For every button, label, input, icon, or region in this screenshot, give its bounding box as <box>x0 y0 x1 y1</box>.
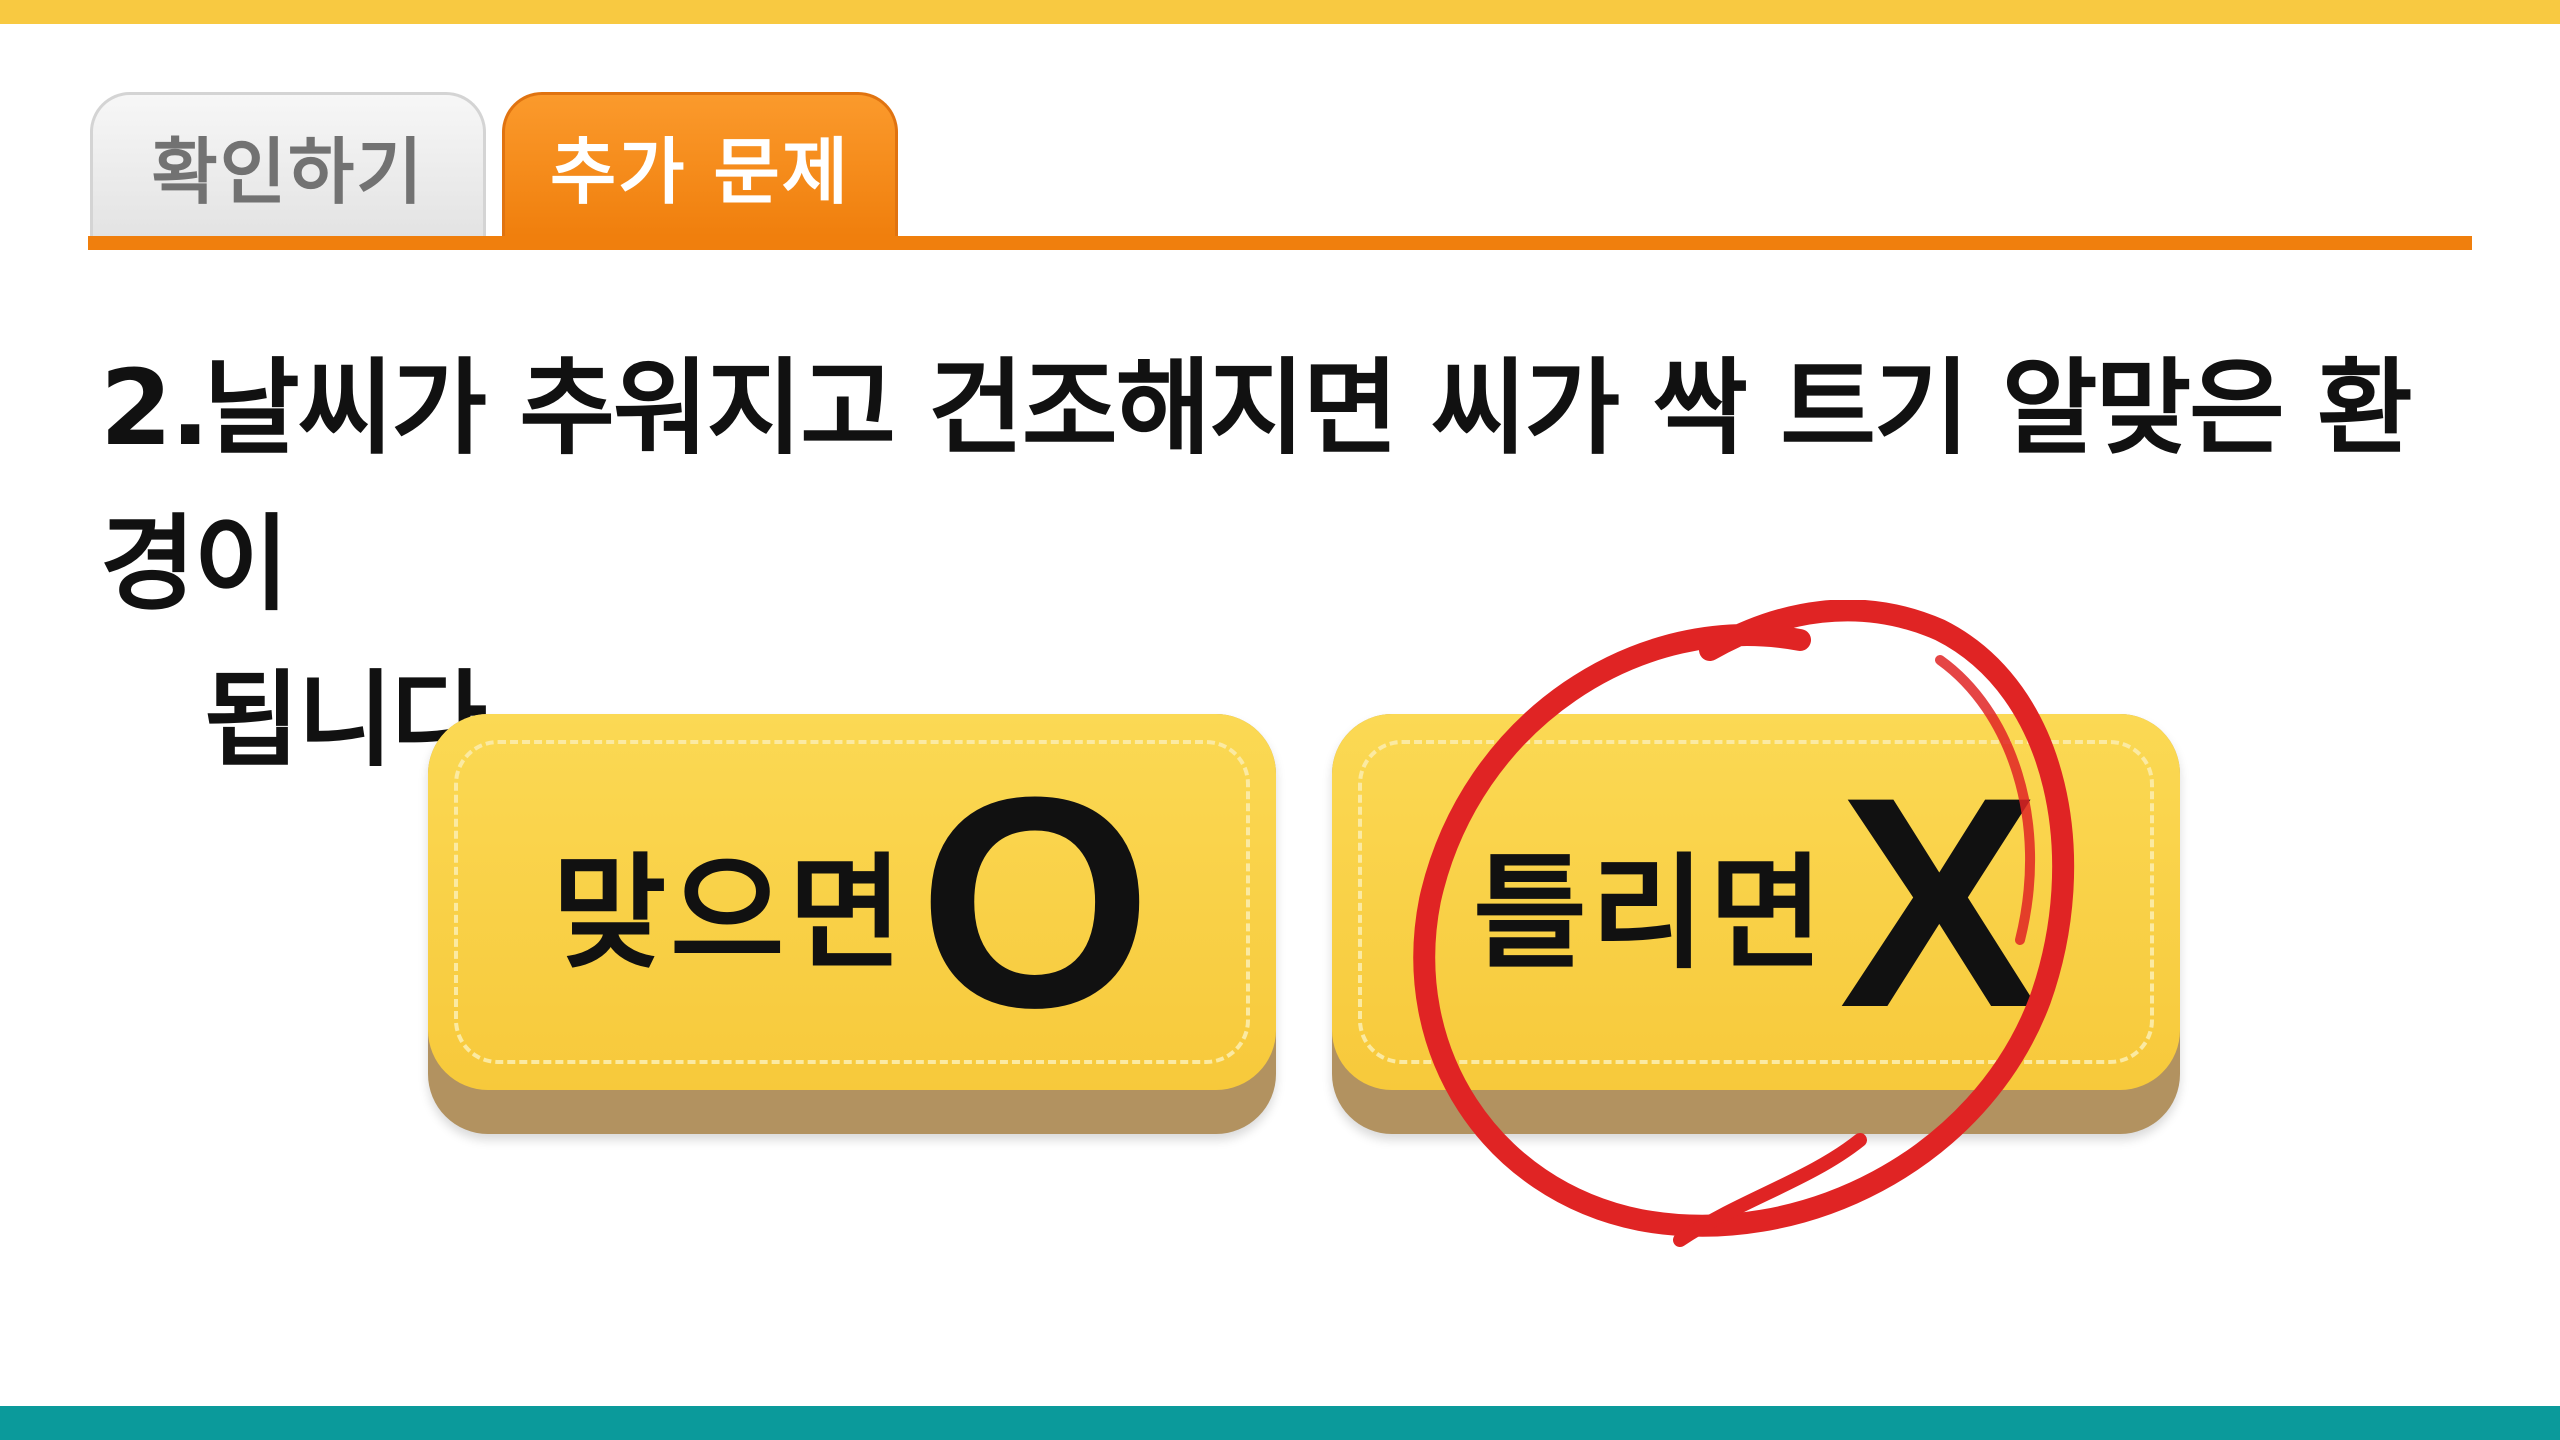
top-decor-bar <box>0 0 2560 24</box>
answer-x-button[interactable]: 틀리면 X <box>1332 714 2180 1134</box>
answer-o-word: 맞으면 <box>552 842 907 986</box>
question-line-1: 날씨가 추워지고 건조해지면 씨가 싹 트기 알맞은 환경이 <box>100 347 2413 625</box>
circle-stroke-tail <box>1673 1133 1867 1247</box>
question-number: 2. <box>100 347 210 469</box>
bottom-decor-bar <box>0 1406 2560 1440</box>
answer-o-button[interactable]: 맞으면 O <box>428 714 1276 1134</box>
answer-o-mark: O <box>918 734 1152 1070</box>
answer-x-mark: X <box>1839 734 2040 1070</box>
tab-extra-problem[interactable]: 추가 문제 <box>502 92 898 236</box>
tab-confirm[interactable]: 확인하기 <box>90 92 486 236</box>
tab-underline <box>88 236 2472 250</box>
answer-x-word: 틀리면 <box>1472 842 1828 986</box>
tab-confirm-label: 확인하기 <box>151 130 425 214</box>
tab-extra-problem-label: 추가 문제 <box>549 130 851 214</box>
answer-x-label: 틀리면 X <box>1332 714 2180 1090</box>
answer-o-label: 맞으면 O <box>428 714 1276 1090</box>
